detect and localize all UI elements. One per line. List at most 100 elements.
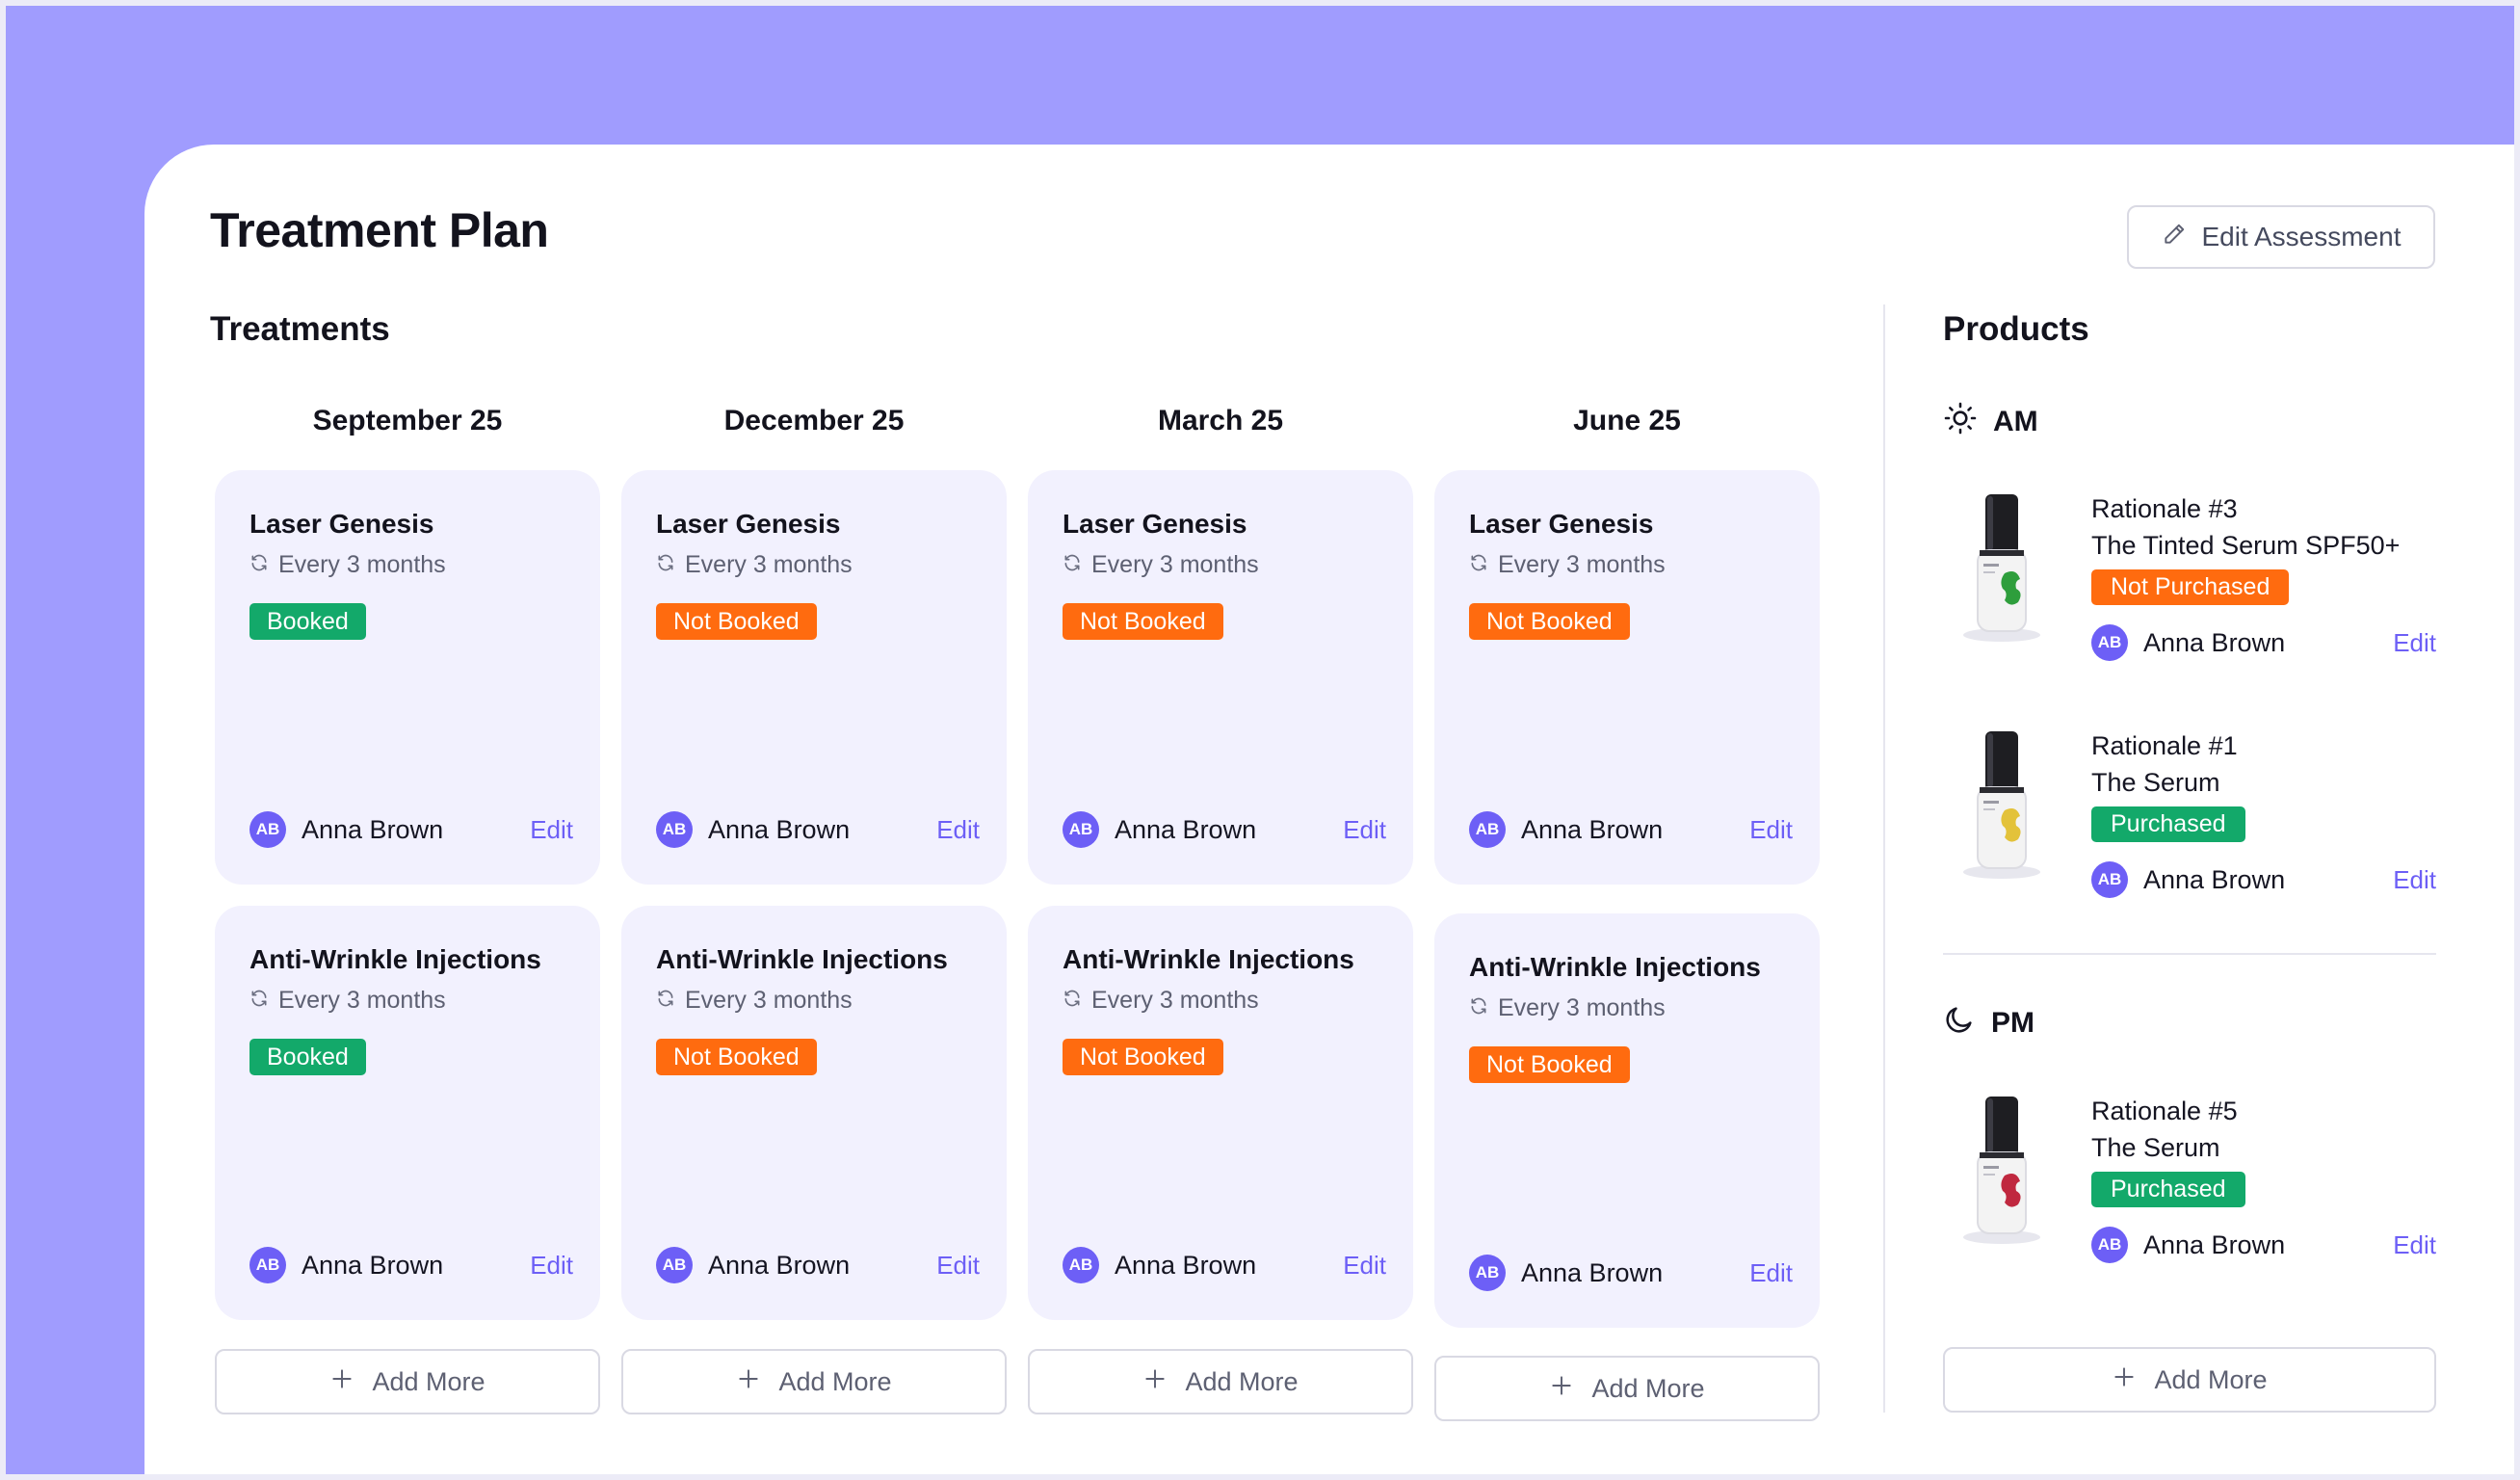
edit-assessment-button[interactable]: Edit Assessment xyxy=(2127,205,2435,269)
treatment-title: Laser Genesis xyxy=(1469,509,1654,539)
assignee: AB Anna Brown xyxy=(1063,811,1256,848)
frequency-text: Every 3 months xyxy=(1498,551,1666,578)
frequency-text: Every 3 months xyxy=(685,987,853,1014)
products-panel: AM Rationale #3 The Tinted Serum SPF50+ … xyxy=(1943,304,2436,1432)
treatment-frequency: Every 3 months xyxy=(1063,987,1259,1015)
edit-treatment-link[interactable]: Edit xyxy=(530,815,573,845)
status-badge: Not Booked xyxy=(656,1039,817,1075)
treatment-card: Laser Genesis Every 3 months Booked AB A… xyxy=(215,470,600,885)
treatment-title: Anti-Wrinkle Injections xyxy=(1469,952,1761,982)
avatar: AB xyxy=(1063,811,1099,848)
product-name: Rationale #1 xyxy=(2091,731,2238,760)
assignee-name: Anna Brown xyxy=(1115,1250,1257,1280)
assignee-name: Anna Brown xyxy=(302,1250,444,1280)
assignee-name: Anna Brown xyxy=(2143,864,2286,894)
plus-icon xyxy=(736,1366,761,1398)
assignee: AB Anna Brown xyxy=(1469,1255,1663,1291)
treatment-title: Laser Genesis xyxy=(656,509,841,539)
product-item: Rationale #3 The Tinted Serum SPF50+ Not… xyxy=(1943,490,2436,683)
edit-treatment-link[interactable]: Edit xyxy=(1749,815,1793,845)
assignee: AB Anna Brown xyxy=(1063,1247,1256,1283)
assignee-name: Anna Brown xyxy=(2143,627,2286,657)
add-more-products-button[interactable]: Add More xyxy=(1943,1347,2436,1413)
card-footer: AB Anna Brown Edit xyxy=(1469,811,1793,848)
avatar: AB xyxy=(249,1247,286,1283)
add-more-treatment-button[interactable]: Add More xyxy=(621,1349,1007,1414)
purchase-status-badge: Purchased xyxy=(2091,1172,2245,1207)
assignee-name: Anna Brown xyxy=(1521,814,1664,844)
edit-product-link[interactable]: Edit xyxy=(2393,628,2436,658)
purchase-status-badge: Not Purchased xyxy=(2091,569,2290,605)
treatment-card: Anti-Wrinkle Injections Every 3 months N… xyxy=(1028,906,1413,1320)
status-badge: Not Booked xyxy=(656,603,817,640)
treatment-title: Anti-Wrinkle Injections xyxy=(656,944,948,974)
treatment-frequency: Every 3 months xyxy=(1063,551,1259,579)
add-more-treatment-button[interactable]: Add More xyxy=(215,1349,600,1414)
product-subtitle: The Serum xyxy=(2091,768,2220,797)
card-footer: AB Anna Brown Edit xyxy=(656,1247,980,1283)
column-date: June 25 xyxy=(1573,405,1681,436)
treatment-frequency: Every 3 months xyxy=(249,551,446,579)
assignee: AB Anna Brown xyxy=(656,1247,850,1283)
pencil-icon xyxy=(2162,222,2187,253)
avatar: AB xyxy=(2091,624,2128,661)
edit-treatment-link[interactable]: Edit xyxy=(1343,1251,1386,1281)
treatment-card: Anti-Wrinkle Injections Every 3 months B… xyxy=(215,906,600,1320)
refresh-icon xyxy=(1063,551,1082,579)
am-routine-header: AM xyxy=(1943,401,2038,443)
column-date: September 25 xyxy=(312,405,503,436)
edit-treatment-link[interactable]: Edit xyxy=(936,815,980,845)
assignee-name: Anna Brown xyxy=(1115,814,1257,844)
treatment-title: Anti-Wrinkle Injections xyxy=(1063,944,1354,974)
card-footer: AB Anna Brown Edit xyxy=(249,811,573,848)
frequency-text: Every 3 months xyxy=(685,551,853,578)
refresh-icon xyxy=(1063,987,1082,1015)
avatar: AB xyxy=(656,1247,693,1283)
status-badge: Booked xyxy=(249,603,366,640)
edit-product-link[interactable]: Edit xyxy=(2393,865,2436,895)
assignee: AB Anna Brown xyxy=(2091,1227,2285,1263)
edit-treatment-link[interactable]: Edit xyxy=(1343,815,1386,845)
frequency-text: Every 3 months xyxy=(278,551,446,578)
product-info: Rationale #1 The Serum Purchased AB Anna… xyxy=(2091,727,2436,898)
column-date: December 25 xyxy=(723,405,905,436)
routine-divider xyxy=(1943,953,2436,955)
status-badge: Not Booked xyxy=(1469,603,1630,640)
assignee-name: Anna Brown xyxy=(302,814,444,844)
avatar: AB xyxy=(249,811,286,848)
assignee-name: Anna Brown xyxy=(708,814,851,844)
edit-treatment-link[interactable]: Edit xyxy=(936,1251,980,1281)
add-more-treatment-button[interactable]: Add More xyxy=(1028,1349,1413,1414)
section-divider xyxy=(1883,304,1885,1413)
status-badge: Not Booked xyxy=(1469,1046,1630,1083)
product-name: Rationale #5 xyxy=(2091,1097,2238,1125)
treatment-frequency: Every 3 months xyxy=(1469,994,1666,1022)
card-footer: AB Anna Brown Edit xyxy=(1469,1255,1793,1291)
add-more-treatment-button[interactable]: Add More xyxy=(1434,1356,1820,1421)
add-more-label: Add More xyxy=(372,1366,486,1396)
edit-assessment-label: Edit Assessment xyxy=(2201,222,2402,251)
assignee-name: Anna Brown xyxy=(1521,1257,1664,1287)
page-title: Treatment Plan xyxy=(210,203,549,257)
treatment-card: Anti-Wrinkle Injections Every 3 months N… xyxy=(1434,913,1820,1328)
edit-treatment-link[interactable]: Edit xyxy=(1749,1258,1793,1288)
edit-treatment-link[interactable]: Edit xyxy=(530,1251,573,1281)
sun-icon xyxy=(1943,401,1978,443)
assignee-name: Anna Brown xyxy=(2143,1229,2286,1259)
avatar: AB xyxy=(2091,861,2128,898)
treatments-heading: Treatments xyxy=(210,310,390,348)
refresh-icon xyxy=(249,551,269,579)
edit-product-link[interactable]: Edit xyxy=(2393,1230,2436,1260)
assignee: AB Anna Brown xyxy=(249,1247,443,1283)
product-footer: AB Anna Brown Edit xyxy=(2091,1227,2436,1263)
treatment-card: Laser Genesis Every 3 months Not Booked … xyxy=(1028,470,1413,885)
product-info: Rationale #3 The Tinted Serum SPF50+ Not… xyxy=(2091,490,2436,661)
treatment-card: Anti-Wrinkle Injections Every 3 months N… xyxy=(621,906,1007,1320)
refresh-icon xyxy=(249,987,269,1015)
treatment-card: Laser Genesis Every 3 months Not Booked … xyxy=(1434,470,1820,885)
card-footer: AB Anna Brown Edit xyxy=(1063,1247,1386,1283)
pm-routine-header: PM xyxy=(1943,1003,2034,1044)
avatar: AB xyxy=(2091,1227,2128,1263)
avatar: AB xyxy=(1469,1255,1506,1291)
moon-icon xyxy=(1943,1003,1976,1044)
